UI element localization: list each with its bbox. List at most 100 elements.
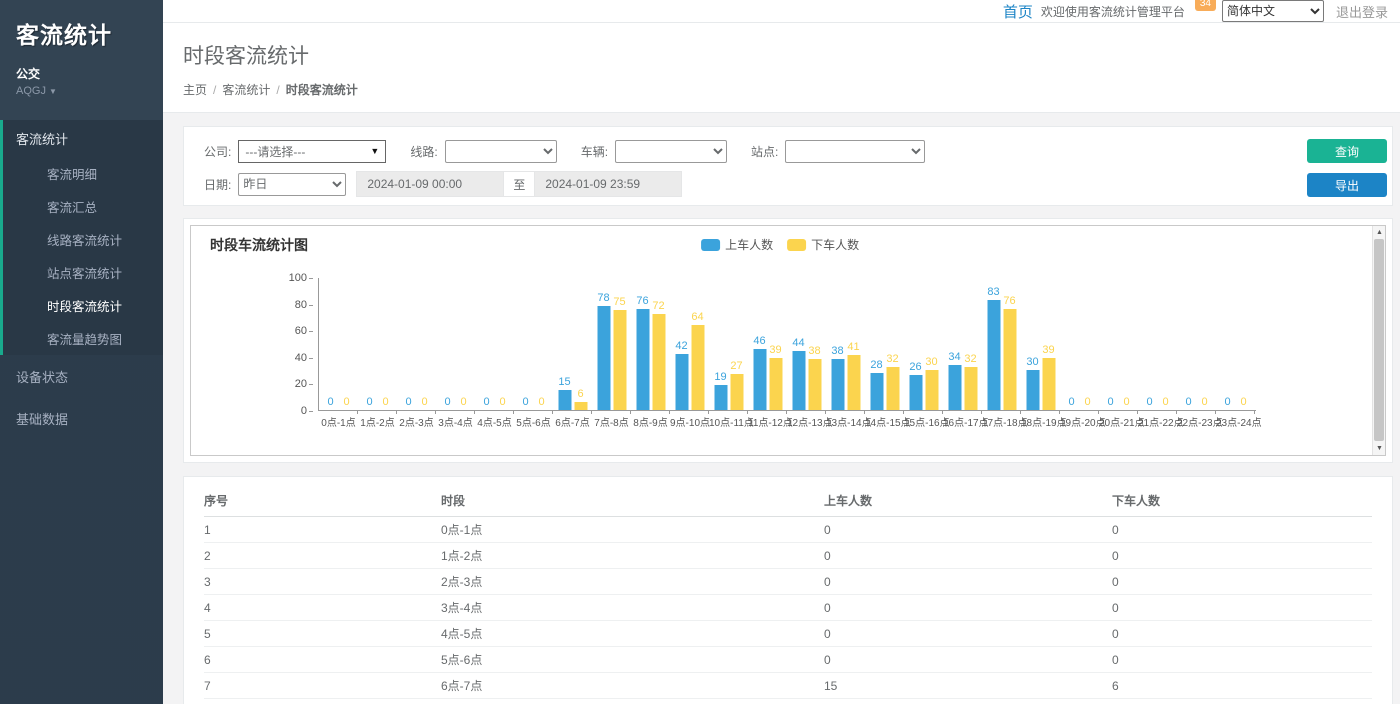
station-select[interactable]: [785, 140, 925, 163]
sidebar-subitem[interactable]: 线路客流统计: [3, 223, 163, 256]
bar-value-label: 46: [753, 335, 765, 347]
table-cell: 6: [1112, 679, 1372, 693]
x-axis-label: 1点-2点: [358, 414, 397, 429]
sidebar: 客流统计 公交 AQGJ ▼ 客流统计 客流明细客流汇总线路客流统计站点客流统计…: [0, 0, 163, 704]
bar-value-label: 0: [499, 396, 505, 408]
date-preset-select[interactable]: 昨日: [238, 173, 346, 196]
bar-value-label: 41: [847, 341, 859, 353]
sidebar-item-device-status[interactable]: 设备状态: [0, 356, 163, 397]
bar: [714, 385, 727, 410]
bar: [753, 349, 766, 410]
bar-value-label: 6: [577, 388, 583, 400]
scrollbar-up-icon[interactable]: ▲: [1373, 226, 1386, 239]
vehicle-select[interactable]: [615, 140, 727, 163]
bar-value-label: 38: [808, 345, 820, 357]
query-button[interactable]: 查询: [1307, 139, 1387, 163]
table-cell: 1点-2点: [441, 547, 824, 564]
sidebar-subitem[interactable]: 时段客流统计: [3, 289, 163, 322]
chart-category-group: 003点-4点: [436, 277, 475, 410]
filter-row-1: 公司: ---请选择--- ▼ 线路: 车辆: 站点:: [204, 138, 1282, 164]
language-select[interactable]: 简体中文: [1222, 0, 1324, 22]
home-link[interactable]: 首页: [1003, 1, 1033, 22]
sidebar-item-passenger-stats[interactable]: 客流统计: [3, 120, 163, 157]
org-code-dropdown[interactable]: AQGJ ▼: [16, 85, 147, 97]
date-to-input[interactable]: 2024-01-09 23:59: [534, 171, 682, 197]
notification-badge[interactable]: 34: [1195, 0, 1216, 11]
sidebar-subitem[interactable]: 客流明细: [3, 157, 163, 190]
y-axis-tick-label: 20: [277, 378, 307, 390]
bar-value-label: 26: [909, 361, 921, 373]
line-label: 线路:: [410, 143, 437, 160]
x-axis-label: 18点-19点: [1021, 414, 1060, 429]
scrollbar-down-icon[interactable]: ▼: [1373, 442, 1386, 455]
legend-label: 上车人数: [725, 236, 773, 253]
table-row: 32点-3点00: [204, 569, 1372, 595]
company-select[interactable]: ---请选择--- ▼: [238, 140, 386, 163]
bar-value-label: 0: [382, 396, 388, 408]
sidebar-item-base-data[interactable]: 基础数据: [0, 398, 163, 439]
x-axis-label: 19点-20点: [1060, 414, 1099, 429]
bar: [652, 314, 665, 410]
chart-title: 时段车流统计图: [210, 235, 308, 255]
chart-category-group: 001点-2点: [358, 277, 397, 410]
breadcrumb-passenger-stats[interactable]: 客流统计: [222, 83, 270, 97]
y-axis-tick-label: 80: [277, 299, 307, 311]
chart-category-group: 0022点-23点: [1177, 277, 1216, 410]
x-axis-label: 2点-3点: [397, 414, 436, 429]
chart-category-group: 0021点-22点: [1138, 277, 1177, 410]
bar-value-label: 0: [405, 396, 411, 408]
legend-label: 下车人数: [811, 236, 859, 253]
breadcrumb-home[interactable]: 主页: [183, 83, 207, 97]
bar: [964, 367, 977, 410]
sidebar-subitem[interactable]: 站点客流统计: [3, 256, 163, 289]
table-cell: 5: [204, 627, 441, 641]
bar-value-label: 0: [327, 396, 333, 408]
chart-container: 时段车流统计图 上车人数下车人数 020406080100 000点-1点001…: [190, 225, 1386, 456]
chevron-down-icon: ▼: [49, 87, 57, 96]
app-window: 客流统计 公交 AQGJ ▼ 客流统计 客流明细客流汇总线路客流统计站点客流统计…: [0, 0, 1400, 704]
chart-category-group: 002点-3点: [397, 277, 436, 410]
x-axis-label: 10点-11点: [709, 414, 748, 429]
x-axis-label: 12点-13点: [787, 414, 826, 429]
table-cell: 0: [824, 575, 1112, 589]
legend-item[interactable]: 下车人数: [787, 236, 859, 253]
chart-category-group: 343216点-17点: [943, 277, 982, 410]
bar: [948, 365, 961, 410]
company-label: 公司:: [204, 143, 231, 160]
chart-category-group: 0019点-20点: [1060, 277, 1099, 410]
date-label: 日期:: [204, 176, 231, 193]
table-cell: 0: [824, 627, 1112, 641]
chart-vertical-scrollbar[interactable]: ▲ ▼: [1372, 226, 1385, 455]
x-axis-label: 0点-1点: [319, 414, 358, 429]
chart-y-axis: 020406080100: [276, 278, 312, 411]
bar-value-label: 0: [1162, 396, 1168, 408]
bar-value-label: 44: [792, 337, 804, 349]
table-cell: 0: [1112, 523, 1372, 537]
sidebar-subitem[interactable]: 客流量趋势图: [3, 322, 163, 355]
x-axis-label: 23点-24点: [1216, 414, 1255, 429]
page-title: 时段客流统计: [183, 40, 1380, 70]
bar-value-label: 15: [558, 376, 570, 388]
sidebar-subitem[interactable]: 客流汇总: [3, 190, 163, 223]
legend-item[interactable]: 上车人数: [701, 236, 773, 253]
table-header-row: 序号 时段 上车人数 下车人数: [204, 485, 1372, 517]
chart-category-group: 004点-5点: [475, 277, 514, 410]
bar-value-label: 0: [1068, 396, 1074, 408]
bar-value-label: 64: [691, 311, 703, 323]
bar-value-label: 0: [1185, 396, 1191, 408]
legend-swatch: [701, 239, 720, 251]
table-header-index: 序号: [204, 492, 441, 509]
bar-value-label: 39: [769, 344, 781, 356]
export-button[interactable]: 导出: [1307, 173, 1387, 197]
x-axis-label: 15点-16点: [904, 414, 943, 429]
chart-category-group: 0023点-24点: [1216, 277, 1255, 410]
line-select[interactable]: [445, 140, 557, 163]
bar: [870, 373, 883, 410]
bar: [675, 354, 688, 410]
date-from-input[interactable]: 2024-01-09 00:00: [356, 171, 504, 197]
y-axis-tick-label: 40: [277, 352, 307, 364]
bar-value-label: 75: [613, 296, 625, 308]
logout-link[interactable]: 退出登录: [1336, 2, 1388, 21]
scrollbar-thumb[interactable]: [1374, 239, 1384, 441]
table-cell: 6: [204, 653, 441, 667]
